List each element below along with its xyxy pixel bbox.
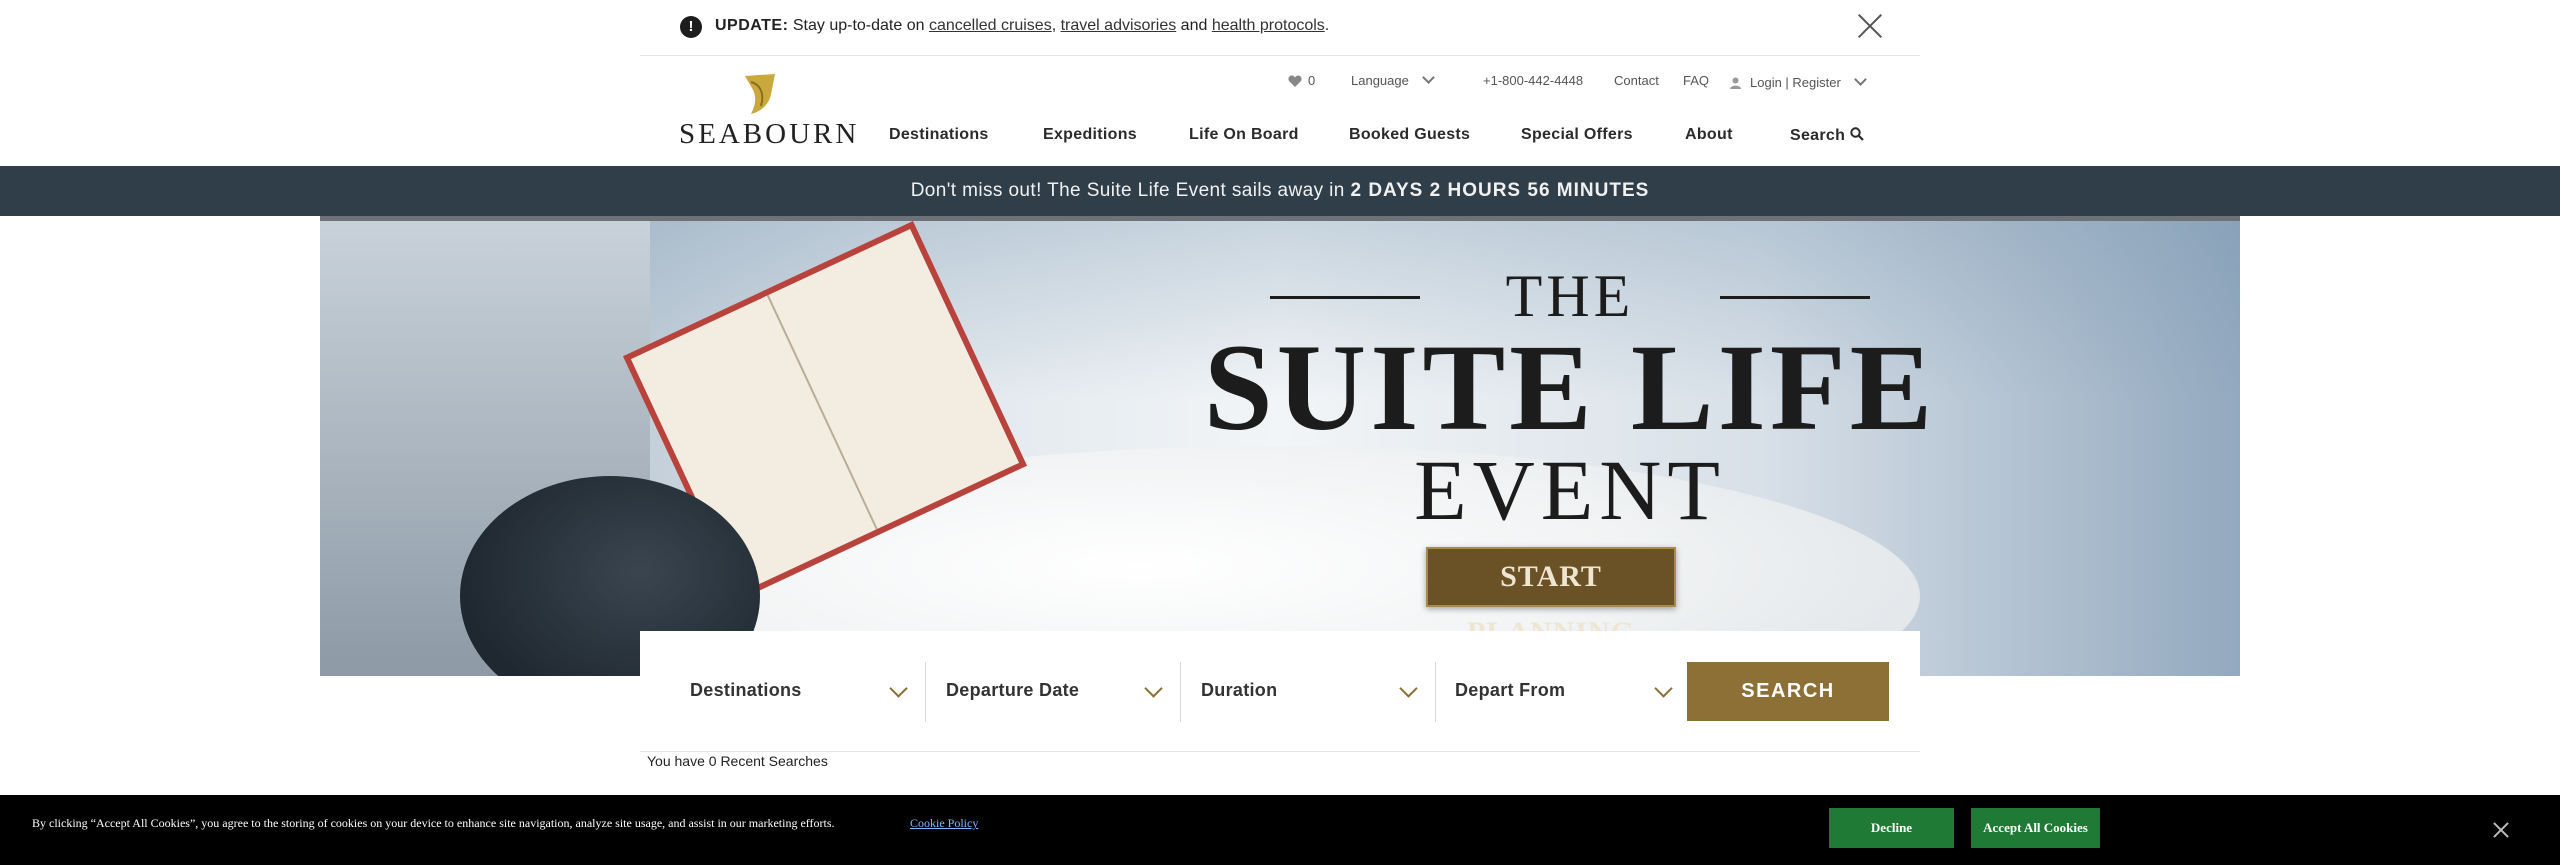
nav-life-on-board[interactable]: Life On Board — [1189, 126, 1299, 144]
divider — [640, 751, 1920, 752]
nav-about[interactable]: About — [1685, 126, 1733, 144]
favorites-count[interactable]: 0 — [1308, 73, 1315, 88]
hero-banner[interactable]: THE SUITE LIFE EVENT START PLANNING — [320, 216, 2240, 676]
alert-comma: , — [1051, 17, 1057, 34]
close-icon[interactable] — [2493, 822, 2509, 838]
hero-title-main: SUITE LIFE — [1203, 319, 1937, 456]
hero-top-strip — [320, 216, 2240, 221]
login-register-label: Login | Register — [1750, 75, 1841, 90]
nav-booked-guests[interactable]: Booked Guests — [1349, 126, 1470, 144]
seabourn-logo[interactable]: SEABOURN — [679, 118, 859, 151]
hero-title-the: THE — [1190, 266, 1950, 326]
heart-icon[interactable] — [1288, 74, 1302, 88]
chevron-down-icon — [1654, 679, 1673, 698]
faq-link[interactable]: FAQ — [1683, 73, 1709, 88]
login-register-menu[interactable]: Login | Register — [1750, 73, 1868, 90]
countdown-timer: 2 DAYS 2 HOURS 56 MINUTES — [1350, 180, 1650, 201]
language-label: Language — [1351, 73, 1409, 88]
close-icon[interactable] — [1857, 13, 1883, 39]
recent-searches-text[interactable]: You have 0 Recent Searches — [647, 753, 828, 769]
alert-banner: ! UPDATE: Stay up-to-date on cancelled c… — [640, 0, 1920, 56]
depart-from-dropdown[interactable]: Depart From — [1445, 662, 1690, 722]
hero-title-event: EVENT — [1414, 442, 1726, 538]
travel-advisories-link[interactable]: travel advisories — [1061, 17, 1177, 34]
language-selector[interactable]: Language — [1351, 71, 1436, 88]
alert-message: UPDATE: Stay up-to-date on cancelled cru… — [715, 17, 1329, 35]
nav-destinations[interactable]: Destinations — [889, 126, 989, 144]
countdown-banner[interactable]: Don't miss out! The Suite Life Event sai… — [0, 166, 2560, 216]
duration-label: Duration — [1201, 680, 1278, 700]
nav-search-label: Search — [1790, 127, 1846, 144]
contact-link[interactable]: Contact — [1614, 73, 1659, 88]
destinations-label: Destinations — [690, 680, 802, 700]
alert-text-before: Stay up-to-date on — [792, 17, 925, 34]
departure-date-label: Departure Date — [946, 680, 1080, 700]
seabourn-emblem-icon[interactable] — [741, 72, 779, 116]
duration-dropdown[interactable]: Duration — [1191, 662, 1436, 722]
hero-title: THE SUITE LIFE EVENT — [1190, 266, 1950, 538]
decline-cookies-button[interactable]: Decline — [1829, 808, 1954, 848]
search-icon — [1850, 127, 1864, 141]
nav-search[interactable]: Search — [1790, 126, 1864, 145]
destinations-dropdown[interactable]: Destinations — [680, 662, 926, 722]
cookie-policy-link[interactable]: Cookie Policy — [910, 816, 978, 831]
cancelled-cruises-link[interactable]: cancelled cruises — [929, 17, 1052, 34]
cookie-consent-text: By clicking “Accept All Cookies”, you ag… — [32, 816, 835, 830]
chevron-down-icon — [889, 679, 908, 698]
alert-label: UPDATE: — [715, 17, 789, 34]
chevron-down-icon — [1854, 73, 1868, 86]
chevron-down-icon — [1144, 679, 1163, 698]
nav-special-offers[interactable]: Special Offers — [1521, 126, 1633, 144]
nav-expeditions[interactable]: Expeditions — [1043, 126, 1137, 144]
countdown-text: Don't miss out! The Suite Life Event sai… — [910, 180, 1345, 201]
start-planning-button[interactable]: START PLANNING — [1426, 547, 1676, 649]
alert-period: . — [1324, 17, 1330, 34]
chevron-down-icon — [1399, 679, 1418, 698]
exclamation-icon: ! — [680, 16, 702, 38]
health-protocols-link[interactable]: health protocols — [1212, 17, 1325, 34]
user-icon — [1730, 77, 1741, 89]
departure-date-dropdown[interactable]: Departure Date — [936, 662, 1181, 722]
chevron-down-icon — [1422, 71, 1436, 84]
alert-and: and — [1180, 17, 1208, 34]
search-button[interactable]: SEARCH — [1687, 662, 1889, 721]
depart-from-label: Depart From — [1455, 680, 1566, 700]
accept-all-cookies-button[interactable]: Accept All Cookies — [1971, 808, 2100, 848]
phone-link[interactable]: +1-800-442-4448 — [1483, 73, 1583, 88]
